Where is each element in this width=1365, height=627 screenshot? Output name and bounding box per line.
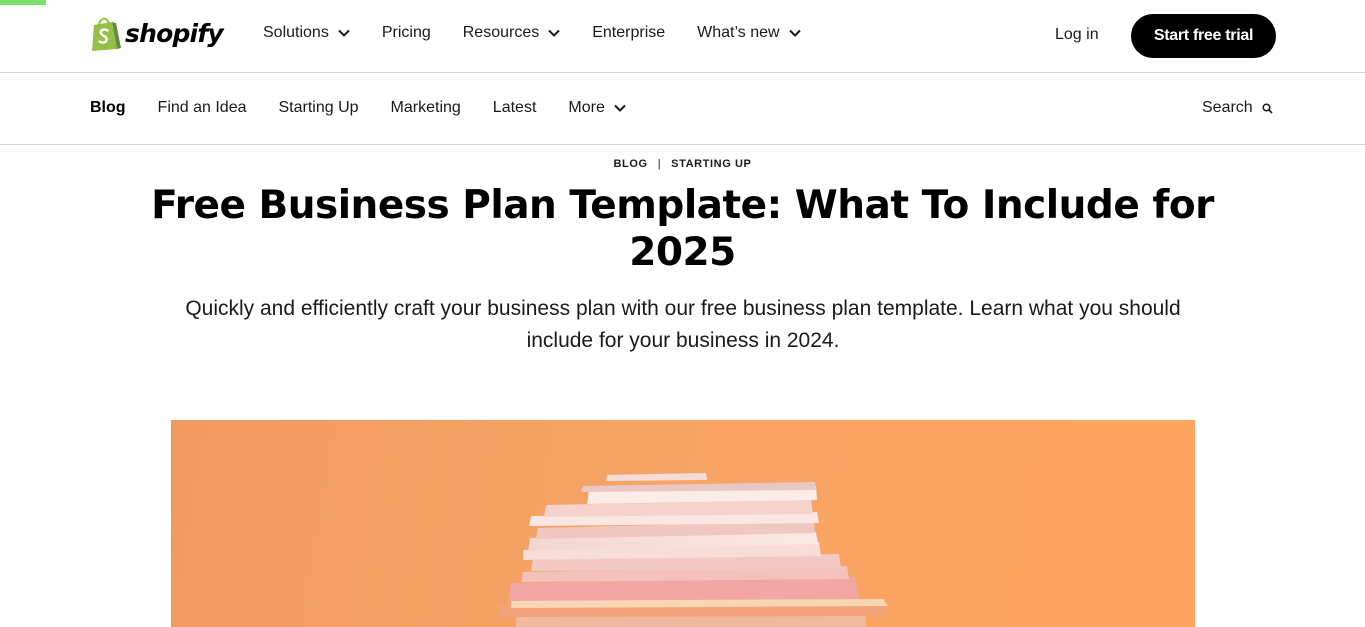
nav-enterprise-label: Enterprise	[592, 24, 666, 41]
subnav-item-marketing[interactable]: Marketing	[391, 99, 461, 117]
breadcrumb-starting-up[interactable]: STARTING UP	[671, 158, 751, 170]
search-label: Search	[1202, 99, 1253, 116]
chevron-down-icon	[338, 29, 350, 37]
nav-resources-label: Resources	[462, 24, 540, 41]
search-icon	[1262, 102, 1273, 114]
hero-image	[171, 420, 1195, 627]
chevron-down-icon	[614, 104, 626, 112]
blog-menu: Blog Find an Idea Starting Up Marketing …	[90, 99, 658, 117]
article-title: Free Business Plan Template: What To Inc…	[151, 183, 1214, 275]
books-stack-illustration	[498, 473, 888, 627]
shopify-logo[interactable]: shopify	[90, 16, 224, 52]
nav-pricing-label: Pricing	[381, 24, 431, 41]
nav-pricing[interactable]: Pricing	[382, 24, 431, 42]
nav-whats-new-label: What’s new	[697, 24, 780, 41]
login-link[interactable]: Log in	[1055, 26, 1099, 44]
blog-navigation: Blog Find an Idea Starting Up Marketing …	[0, 73, 1365, 145]
subnav-item-more[interactable]: More	[568, 99, 626, 117]
subnav-more-label: More	[568, 99, 605, 116]
shopify-bag-icon	[92, 17, 121, 51]
breadcrumb-separator: |	[657, 158, 662, 170]
logo-wordmark: shopify	[125, 18, 224, 48]
subnav-item-starting-up[interactable]: Starting Up	[279, 99, 359, 117]
primary-menu: Solutions Pricing Resources Enterprise W…	[263, 24, 833, 42]
top-navigation: shopify Solutions Pricing Resources Ente…	[0, 0, 1365, 73]
nav-solutions-label: Solutions	[263, 24, 329, 41]
breadcrumb-blog[interactable]: BLOG	[614, 158, 648, 170]
subnav-item-find-an-idea[interactable]: Find an Idea	[158, 99, 247, 117]
nav-enterprise[interactable]: Enterprise	[592, 24, 665, 42]
nav-solutions[interactable]: Solutions	[263, 24, 350, 42]
nav-whats-new[interactable]: What’s new	[697, 24, 801, 42]
subnav-item-latest[interactable]: Latest	[493, 99, 537, 117]
subnav-item-blog[interactable]: Blog	[90, 99, 126, 117]
nav-resources[interactable]: Resources	[463, 24, 560, 42]
chevron-down-icon	[548, 29, 560, 37]
chevron-down-icon	[788, 29, 801, 37]
start-free-trial-button[interactable]: Start free trial	[1131, 14, 1276, 58]
article-subtitle: Quickly and efficiently craft your busin…	[185, 297, 1181, 352]
search-button[interactable]: Search	[1202, 99, 1273, 117]
breadcrumb: BLOG | STARTING UP	[0, 158, 1365, 170]
